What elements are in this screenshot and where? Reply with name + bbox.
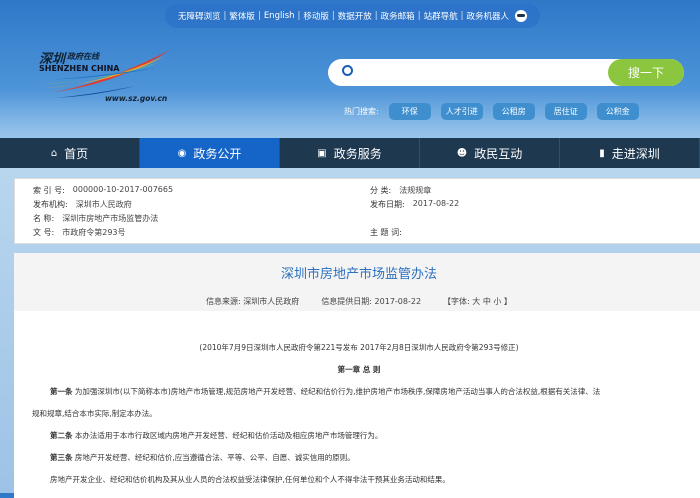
document-info: 索 引 号: 000000-10-2017-007665 分 类: 法规规章 发布机… xyxy=(14,178,700,244)
people-icon: ☻ xyxy=(456,147,468,159)
hot-tag[interactable]: 公租房 xyxy=(492,103,535,120)
hot-search-label: 热门搜索: xyxy=(344,107,379,116)
article-title: 深圳市房地产市场监管办法 xyxy=(280,267,437,282)
link-traditional[interactable]: 繁体版 xyxy=(229,10,255,22)
font-size-selector[interactable]: 【字体: 大 中 小 】 xyxy=(443,296,512,307)
info-source: 信息来源: 深圳市人民政府 xyxy=(206,297,300,306)
link-gov-mail[interactable]: 政务邮箱 xyxy=(381,10,415,22)
hot-tag[interactable]: 环保 xyxy=(388,103,431,120)
search-button[interactable]: 搜一下 xyxy=(608,59,684,86)
main-nav: ⌂ 首页 ◉ 政务公开 ▣ 政务服务 ☻ 政民互动 ▮ 走进深圳 xyxy=(0,138,700,168)
article-paragraph: 房地产开发企业、经纪和估价机构及其从业人员的合法权益受法律保护,任何单位和个人不… xyxy=(50,475,450,484)
hot-tag[interactable]: 人才引进 xyxy=(440,103,483,120)
nav-about-shenzhen[interactable]: ▮ 走进深圳 xyxy=(560,138,700,168)
search-icon xyxy=(342,65,353,76)
nav-gov-affairs[interactable]: ◉ 政务公开 xyxy=(140,138,280,168)
link-mobile[interactable]: 移动版 xyxy=(303,10,329,22)
article-paragraph: 第二条 本办法适用于本市行政区域内房地产开发经营、经纪和估价活动及相应房地产市场… xyxy=(50,431,383,440)
link-open-data[interactable]: 数据开放 xyxy=(338,10,372,22)
article-paragraph: 规和规章,结合本市实际,制定本办法。 xyxy=(32,409,157,418)
hot-tag[interactable]: 居住证 xyxy=(544,103,587,120)
nav-home[interactable]: ⌂ 首页 xyxy=(0,138,140,168)
chapter-heading: 第一章 总 则 xyxy=(337,365,381,374)
monitor-icon: ▣ xyxy=(317,147,327,159)
article-paragraph: 第三条 房地产开发经营、经纪和估价,应当遵循合法、平等、公平、自愿、诚实信用的原… xyxy=(50,453,355,462)
site-logo[interactable]: 深圳 政府在线 SHENZHEN CHINA www.sz.gov.cn xyxy=(35,48,175,108)
building-icon: ▮ xyxy=(599,147,605,159)
article: 深圳市房地产市场监管办法 信息来源: 深圳市人民政府 信息提供日期: 2017-… xyxy=(14,253,700,498)
home-icon: ⌂ xyxy=(50,147,58,159)
robot-icon[interactable] xyxy=(514,10,527,22)
nav-gov-services[interactable]: ▣ 政务服务 xyxy=(280,138,420,168)
nav-interaction[interactable]: ☻ 政民互动 xyxy=(420,138,560,168)
article-note: (2010年7月9日深圳市人民政府令第221号发布 2017年2月8日深圳市人民… xyxy=(199,343,519,352)
hot-search: 热门搜索: 环保 人才引进 公租房 居住证 公积金 xyxy=(344,103,639,120)
info-date: 信息提供日期: 2017-08-22 xyxy=(321,297,422,306)
link-accessible[interactable]: 无障碍浏览 xyxy=(178,10,221,22)
article-paragraph: 第一条 为加强深圳市(以下简称本市)房地产市场管理,规范房地产开发经营、经纪和估… xyxy=(50,387,601,396)
link-english[interactable]: English xyxy=(264,11,295,21)
search-box: 搜一下 xyxy=(328,59,684,86)
link-site-nav[interactable]: 站群导航 xyxy=(424,10,458,22)
news-icon: ◉ xyxy=(177,147,187,159)
top-links-bar: 无障碍浏览 | 繁体版 | English | 移动版 | 数据开放 | 政务邮箱 | 站群… xyxy=(165,4,540,28)
search-input[interactable] xyxy=(360,63,600,82)
link-robot[interactable]: 政务机器人 xyxy=(466,10,509,22)
hot-tag[interactable]: 公积金 xyxy=(596,103,639,120)
